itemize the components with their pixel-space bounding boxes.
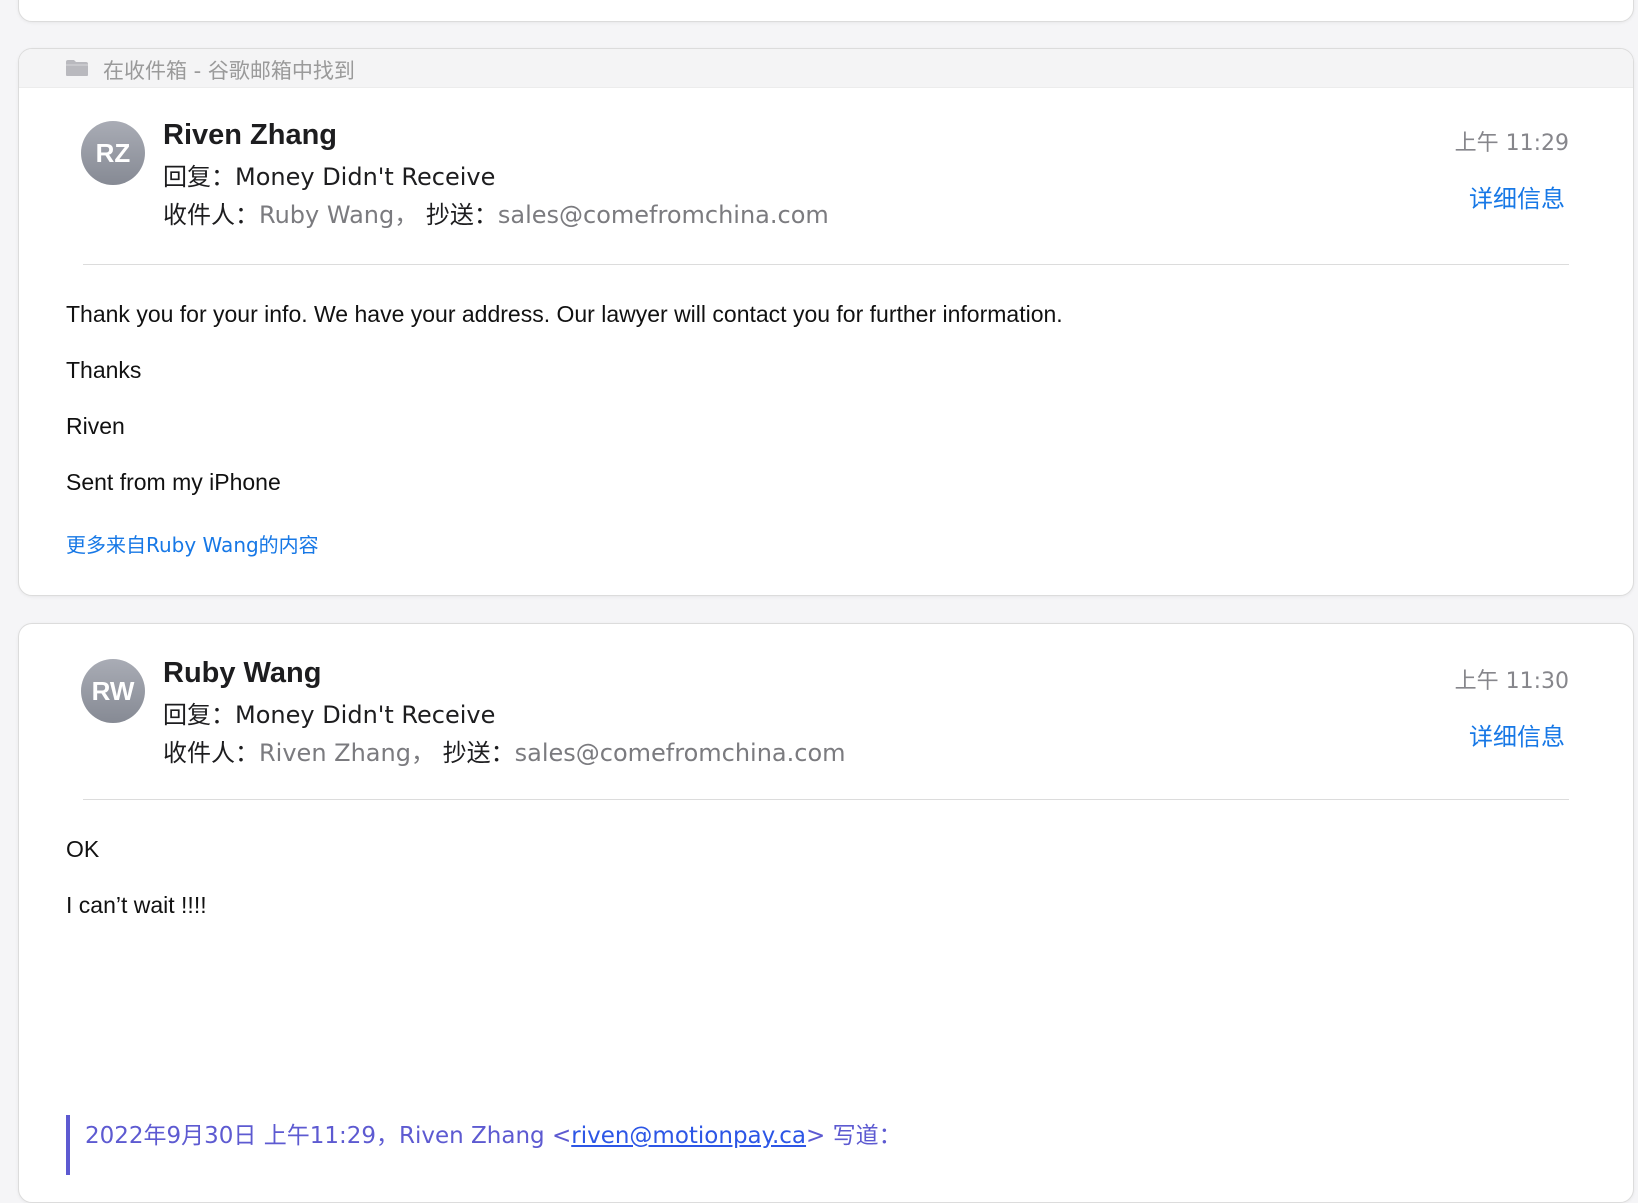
message-card-1: 在收件箱 - 谷歌邮箱中找到 RZ Riven Zhang 回复：Money D… — [18, 48, 1634, 596]
to-label: 收件人： — [163, 201, 259, 229]
body-paragraph: Thank you for your info. We have your ad… — [66, 301, 1063, 327]
cc-recipient[interactable]: sales@comefromchina.com — [515, 739, 846, 767]
folder-icon — [66, 60, 88, 76]
quote-bar — [66, 1115, 70, 1175]
to-label: 收件人： — [163, 739, 259, 767]
header-divider — [83, 799, 1569, 800]
folder-banner-label: 在收件箱 - 谷歌邮箱中找到 — [103, 59, 355, 83]
message-time: 上午 11:29 — [1454, 131, 1569, 156]
subject-line: 回复：Money Didn't Receive — [163, 163, 496, 191]
recipients-line: 收件人：Ruby Wang， 抄送：sales@comefromchina.co… — [163, 195, 829, 230]
quote-suffix: > 写道： — [806, 1123, 902, 1149]
body-paragraph: I can’t wait !!!! — [66, 892, 207, 918]
folder-banner: 在收件箱 - 谷歌邮箱中找到 — [19, 49, 1633, 88]
to-recipient[interactable]: Riven Zhang， — [259, 739, 435, 767]
body-paragraph: Thanks — [66, 357, 142, 383]
quote-prefix: 2022年9月30日 上午11:29，Riven Zhang < — [85, 1123, 572, 1149]
to-recipient[interactable]: Ruby Wang， — [259, 201, 418, 229]
avatar: RZ — [81, 121, 145, 185]
more-from-sender-link[interactable]: 更多来自Ruby Wang的内容 — [66, 529, 319, 558]
details-link[interactable]: 详细信息 — [1469, 717, 1565, 752]
header-divider — [83, 264, 1569, 265]
cc-recipient[interactable]: sales@comefromchina.com — [498, 201, 829, 229]
body-paragraph: OK — [66, 836, 100, 862]
body-paragraph: Sent from my iPhone — [66, 469, 281, 495]
sender-name[interactable]: Ruby Wang — [163, 657, 321, 690]
details-link[interactable]: 详细信息 — [1469, 179, 1565, 214]
previous-message-card — [18, 0, 1634, 22]
message-time: 上午 11:30 — [1454, 669, 1569, 694]
avatar: RW — [81, 659, 145, 723]
quote-email-link[interactable]: riven@motionpay.ca — [571, 1123, 806, 1149]
cc-label: 抄送： — [442, 739, 515, 767]
recipients-line: 收件人：Riven Zhang， 抄送：sales@comefromchina.… — [163, 733, 846, 768]
quote-header: 2022年9月30日 上午11:29，Riven Zhang <riven@mo… — [85, 1116, 902, 1150]
message-card-2: RW Ruby Wang 回复：Money Didn't Receive 收件人… — [18, 623, 1634, 1203]
body-paragraph: Riven — [66, 413, 125, 439]
cc-label: 抄送： — [425, 201, 498, 229]
subject-line: 回复：Money Didn't Receive — [163, 701, 496, 729]
sender-name[interactable]: Riven Zhang — [163, 119, 337, 152]
